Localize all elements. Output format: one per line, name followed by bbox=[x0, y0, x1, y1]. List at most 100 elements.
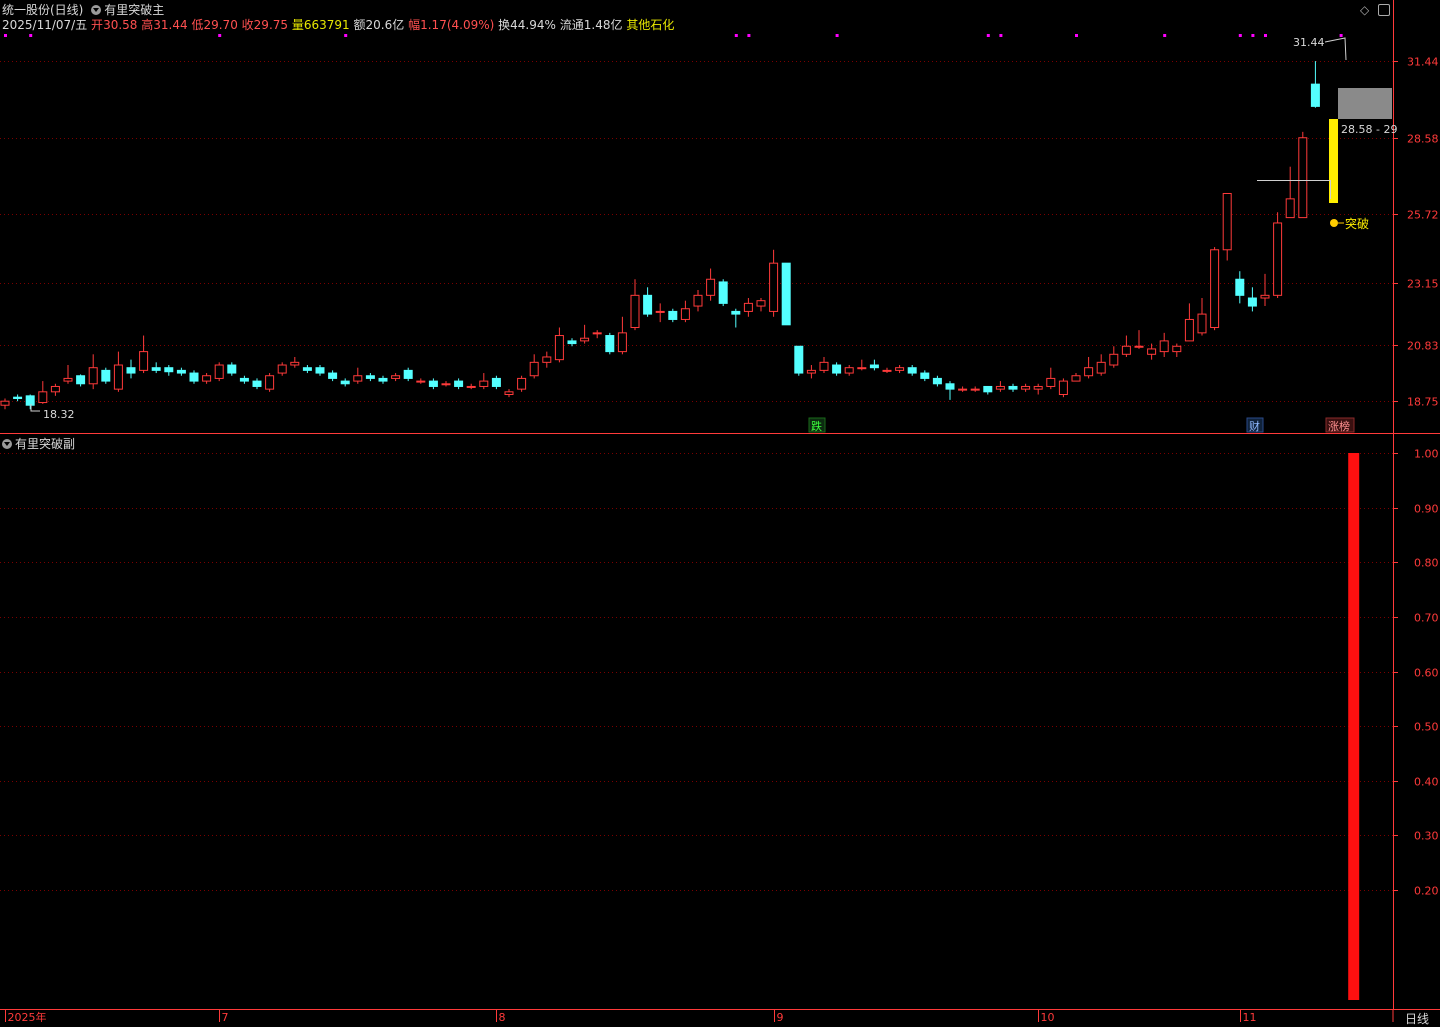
signal-dot bbox=[734, 34, 738, 37]
candle-body bbox=[756, 300, 766, 307]
candle-body bbox=[1071, 375, 1081, 382]
x-axis: 2025年 7 8 9 10 11 bbox=[5, 1009, 1257, 1022]
signal-dot bbox=[1251, 34, 1255, 37]
candle-body bbox=[806, 369, 816, 374]
main-y-axis: 31.44 28.58 25.72 23.15 20.83 18.75 bbox=[1393, 56, 1439, 409]
candle-body bbox=[529, 361, 539, 377]
candle-body bbox=[1008, 385, 1018, 390]
candle-body bbox=[302, 367, 312, 371]
candle-body bbox=[680, 308, 690, 320]
candle-body bbox=[1134, 345, 1144, 348]
y-tick-label: 0.20 bbox=[1414, 885, 1439, 898]
candle-body bbox=[542, 356, 552, 363]
candle-body bbox=[340, 380, 350, 385]
period-label[interactable]: 日线 bbox=[1405, 1010, 1429, 1027]
candle-body bbox=[290, 361, 300, 366]
candle-body bbox=[1298, 137, 1308, 219]
sub-panel-title: 有里突破副 bbox=[2, 435, 75, 452]
main-gridlines bbox=[0, 61, 1393, 402]
candle-body bbox=[1033, 385, 1043, 390]
candle-body bbox=[869, 364, 879, 369]
chart-canvas[interactable]: 31.44 28.58 25.72 23.15 20.83 18.75 1.00 0.90 0… bbox=[0, 0, 1440, 1022]
candle-body bbox=[151, 367, 161, 371]
candle-body bbox=[252, 380, 262, 387]
x-tick-label: 9 bbox=[777, 1011, 784, 1022]
candle-body bbox=[239, 377, 249, 382]
signal-dot bbox=[747, 34, 751, 37]
chevron-down-icon[interactable] bbox=[2, 439, 12, 449]
candle-body bbox=[1260, 294, 1270, 299]
y-tick-label: 0.50 bbox=[1414, 721, 1439, 734]
candle-body bbox=[391, 375, 401, 379]
signal-dot bbox=[1075, 34, 1078, 37]
candle-body bbox=[479, 380, 489, 387]
signal-dot bbox=[1163, 34, 1167, 37]
signal-dot bbox=[4, 34, 7, 37]
candle-body bbox=[693, 294, 703, 307]
resistance-zone bbox=[1338, 88, 1392, 119]
candle-body bbox=[176, 369, 186, 374]
sub-y-axis: 1.00 0.90 0.80 0.70 0.60 0.50 0.40 0.30 0.20 bbox=[1393, 448, 1439, 898]
y-tick-label: 28.58 bbox=[1407, 133, 1439, 146]
candle-body bbox=[504, 391, 514, 395]
candle-body bbox=[353, 375, 363, 382]
candle-body bbox=[743, 302, 753, 312]
candle-body bbox=[1285, 198, 1295, 219]
candle-body bbox=[882, 369, 892, 372]
candle-body bbox=[1273, 222, 1283, 296]
candle-body bbox=[101, 369, 111, 382]
y-tick-label: 0.80 bbox=[1414, 557, 1439, 570]
candle-body bbox=[844, 367, 854, 374]
y-tick-label: 18.75 bbox=[1407, 396, 1439, 409]
signal-dot bbox=[1264, 34, 1267, 37]
x-tick-label: 10 bbox=[1041, 1011, 1055, 1022]
y-tick-label: 0.60 bbox=[1414, 667, 1439, 680]
candle-body bbox=[277, 364, 287, 374]
candle-body bbox=[630, 294, 640, 328]
candle-body bbox=[617, 332, 627, 353]
candle-body bbox=[189, 372, 199, 382]
y-tick-label: 0.30 bbox=[1414, 830, 1439, 843]
signal-dot bbox=[344, 34, 348, 37]
candle-body bbox=[202, 375, 212, 382]
x-tick-label: 8 bbox=[499, 1011, 506, 1022]
candle-body bbox=[227, 364, 237, 374]
candle-body bbox=[643, 294, 653, 315]
candle-body bbox=[1021, 385, 1031, 390]
x-tick-label: 7 bbox=[222, 1011, 229, 1022]
candle-body bbox=[592, 332, 602, 335]
candle-body bbox=[580, 337, 590, 342]
candle-body bbox=[416, 380, 426, 383]
candle-body bbox=[1310, 83, 1320, 107]
candle-body bbox=[995, 385, 1005, 390]
candle-body bbox=[25, 395, 35, 406]
candle-body bbox=[1109, 353, 1119, 366]
candle-body bbox=[970, 388, 980, 391]
y-tick-label: 0.90 bbox=[1414, 503, 1439, 516]
candle-body bbox=[139, 351, 149, 371]
candle-body bbox=[731, 310, 741, 315]
candle-body bbox=[328, 372, 338, 379]
breakout-marker-icon bbox=[1330, 219, 1338, 227]
signal-dot bbox=[999, 34, 1003, 37]
y-tick-label: 1.00 bbox=[1414, 448, 1439, 461]
x-tick-label: 11 bbox=[1243, 1011, 1257, 1022]
candle-body bbox=[781, 262, 791, 326]
candle-body bbox=[315, 367, 325, 374]
y-tick-label: 0.70 bbox=[1414, 612, 1439, 625]
sub-indicator-name[interactable]: 有里突破副 bbox=[15, 437, 75, 451]
candle-body bbox=[1235, 278, 1245, 296]
candle-body bbox=[1210, 249, 1220, 328]
y-tick-label: 25.72 bbox=[1407, 209, 1439, 222]
candle-body bbox=[932, 377, 942, 385]
candle-body bbox=[1247, 297, 1257, 307]
candle-body bbox=[13, 396, 23, 400]
candle-body bbox=[819, 361, 829, 371]
tag-fall-text: 跌 bbox=[811, 419, 822, 433]
candle-body bbox=[769, 262, 779, 312]
candle-body bbox=[164, 367, 174, 373]
candle-body bbox=[1197, 313, 1207, 334]
y-tick-label: 23.15 bbox=[1407, 278, 1439, 291]
candle-body bbox=[76, 375, 86, 385]
candle-body bbox=[1172, 345, 1182, 353]
